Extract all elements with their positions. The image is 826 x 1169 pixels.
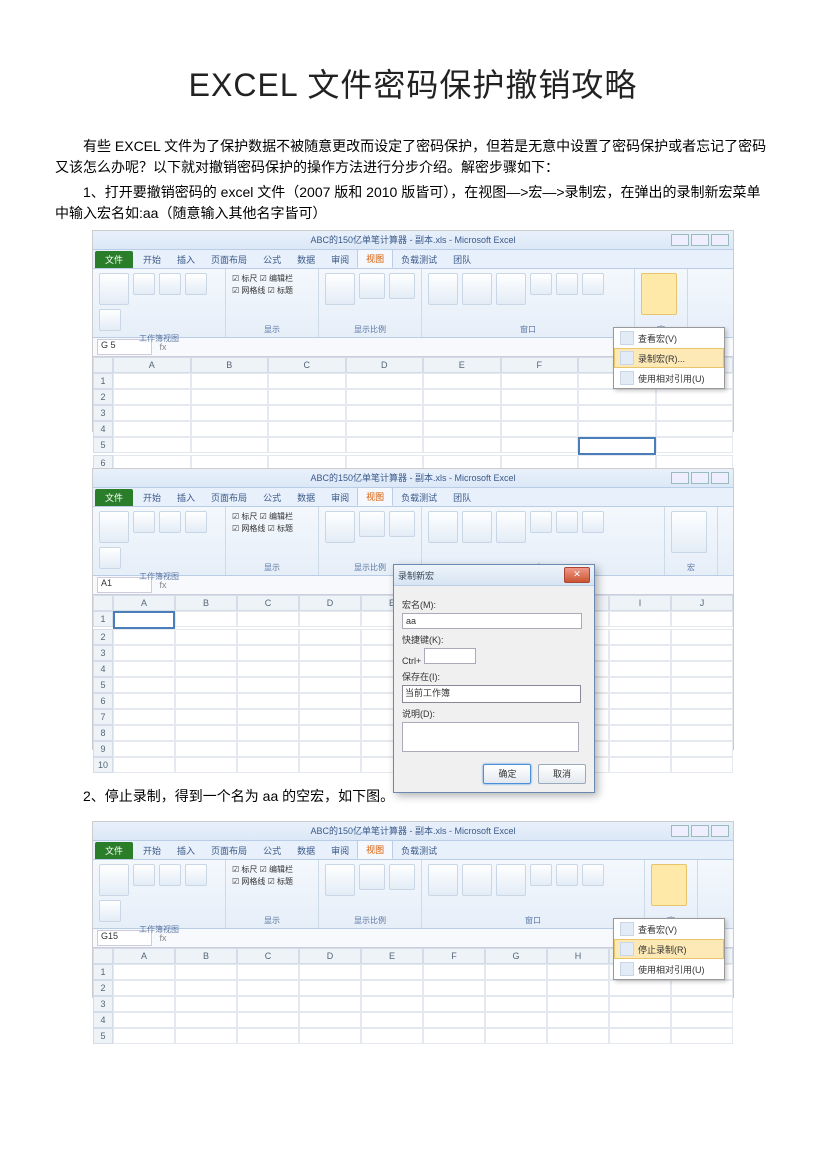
macro-button[interactable] [651,864,687,906]
tab-loadtest[interactable]: 负载测试 [393,842,445,859]
file-tab[interactable]: 文件 [95,251,133,268]
group-zoom: 显示比例 [325,324,415,335]
tab-formula[interactable]: 公式 [255,251,289,268]
file-tab[interactable]: 文件 [95,489,133,506]
tab-layout[interactable]: 页面布局 [203,251,255,268]
screenshot-record-macro-menu: ABC的150亿单笔计算器 - 副本.xls - Microsoft Excel… [92,230,734,432]
macro-name-input[interactable]: aa [402,613,582,629]
ok-button[interactable]: 确定 [483,764,531,784]
tab-layout[interactable]: 页面布局 [203,842,255,859]
tab-data[interactable]: 数据 [289,842,323,859]
document-title: EXCEL 文件密码保护撤销攻略 [55,60,771,106]
group-window: 窗口 [428,324,628,335]
tab-insert[interactable]: 插入 [169,251,203,268]
tab-data[interactable]: 数据 [289,251,323,268]
shortcut-input[interactable] [424,648,476,664]
menu-view-macros[interactable]: 查看宏(V) [614,328,724,348]
close-icon[interactable]: ✕ [564,567,590,583]
desc-label: 说明(D): [402,707,586,720]
dialog-titlebar: 录制新宏 ✕ [394,565,594,586]
window-title: ABC的150亿单笔计算器 - 副本.xls - Microsoft Excel [310,473,515,483]
ribbon: 工作簿视图 ☑ 标尺 ☑ 编辑栏 ☑ 网格线 ☑ 标题 显示 显示比例 窗口 宏 [93,269,733,338]
menu-relative-ref[interactable]: 使用相对引用(U) [614,959,724,979]
window-title: ABC的150亿单笔计算器 - 副本.xls - Microsoft Excel [310,235,515,245]
ribbon-tabs: 文件 开始 插入 页面布局 公式 数据 审阅 视图 负载测试 团队 [93,488,733,507]
tab-review[interactable]: 审阅 [323,489,357,506]
macro-dropdown: 查看宏(V) 录制宏(R)... 使用相对引用(U) [613,327,725,389]
tab-loadtest[interactable]: 负载测试 [393,489,445,506]
desc-input[interactable] [402,722,579,752]
menu-relative-ref[interactable]: 使用相对引用(U) [614,368,724,388]
tab-data[interactable]: 数据 [289,489,323,506]
group-workbook-views: 工作簿视图 [99,333,219,344]
store-label: 保存在(I): [402,670,586,683]
tab-home[interactable]: 开始 [135,251,169,268]
dialog-title: 录制新宏 [398,569,434,582]
tab-team[interactable]: 团队 [445,251,479,268]
ribbon-tabs: 文件 开始 插入 页面布局 公式 数据 审阅 视图 负载测试 团队 [93,250,733,269]
excel-titlebar: ABC的150亿单笔计算器 - 副本.xls - Microsoft Excel [93,822,733,841]
ribbon-tabs: 文件 开始 插入 页面布局 公式 数据 审阅 视图 负载测试 [93,841,733,860]
macro-button[interactable] [671,511,707,553]
shortcut-label: 快捷键(K): [402,633,586,646]
tab-insert[interactable]: 插入 [169,489,203,506]
macro-name-label: 宏名(M): [402,598,586,611]
excel-titlebar: ABC的150亿单笔计算器 - 副本.xls - Microsoft Excel [93,231,733,250]
tab-review[interactable]: 审阅 [323,842,357,859]
menu-stop-recording[interactable]: 停止录制(R) [614,939,724,959]
window-title: ABC的150亿单笔计算器 - 副本.xls - Microsoft Excel [310,826,515,836]
cancel-button[interactable]: 取消 [538,764,586,784]
menu-record-macro[interactable]: 录制宏(R)... [614,348,724,368]
store-select[interactable]: 当前工作簿 [402,685,581,703]
group-show: 显示 [232,324,312,335]
tab-view[interactable]: 视图 [357,487,393,506]
tab-home[interactable]: 开始 [135,489,169,506]
ribbon: 工作簿视图 ☑ 标尺 ☑ 编辑栏☑ 网格线 ☑ 标题显示 显示比例 窗口 宏 查… [93,860,733,929]
tab-team[interactable]: 团队 [445,489,479,506]
tab-layout[interactable]: 页面布局 [203,489,255,506]
tab-loadtest[interactable]: 负载测试 [393,251,445,268]
tab-review[interactable]: 审阅 [323,251,357,268]
record-macro-dialog: 录制新宏 ✕ 宏名(M): aa 快捷键(K): Ctrl+ 保存在(I): 当… [393,564,595,793]
tab-view[interactable]: 视图 [357,249,393,268]
macro-button[interactable] [641,273,677,315]
menu-view-macros[interactable]: 查看宏(V) [614,919,724,939]
file-tab[interactable]: 文件 [95,842,133,859]
macro-dropdown: 查看宏(V) 停止录制(R) 使用相对引用(U) [613,918,725,980]
tab-home[interactable]: 开始 [135,842,169,859]
tab-formula[interactable]: 公式 [255,489,289,506]
tab-formula[interactable]: 公式 [255,842,289,859]
screenshot-stop-recording: ABC的150亿单笔计算器 - 副本.xls - Microsoft Excel… [92,821,734,998]
tab-insert[interactable]: 插入 [169,842,203,859]
paragraph-step1: 1、打开要撤销密码的 excel 文件（2007 版和 2010 版皆可），在视… [55,182,771,224]
excel-titlebar: ABC的150亿单笔计算器 - 副本.xls - Microsoft Excel [93,469,733,488]
screenshot-record-macro-dialog: ABC的150亿单笔计算器 - 副本.xls - Microsoft Excel… [92,468,734,750]
paragraph-intro: 有些 EXCEL 文件为了保护数据不被随意更改而设定了密码保护，但若是无意中设置… [55,136,771,178]
tab-view[interactable]: 视图 [357,840,393,859]
